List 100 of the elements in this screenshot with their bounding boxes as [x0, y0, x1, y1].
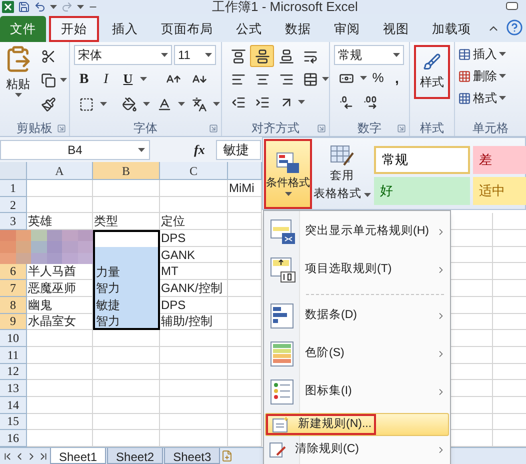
- sheet-tab[interactable]: Sheet3: [164, 448, 220, 464]
- spreadsheet-logo-icon[interactable]: [2, 1, 14, 13]
- row-header[interactable]: 15: [0, 414, 27, 430]
- minimize-icon[interactable]: [506, 2, 518, 10]
- cell-style-tile[interactable]: 常规: [374, 146, 470, 174]
- column-header[interactable]: C: [160, 162, 228, 180]
- comma-button[interactable]: ,: [389, 67, 405, 89]
- table-icon: [458, 48, 471, 60]
- menu-item[interactable]: 清除规则(C): [265, 438, 449, 461]
- ribbon-tab[interactable]: 开始: [49, 16, 99, 42]
- ribbon-tab[interactable]: 页面布局: [151, 16, 223, 42]
- menu-item[interactable]: 突出显示单元格规则(H): [265, 213, 449, 251]
- column-header[interactable]: B: [93, 162, 160, 180]
- save-icon[interactable]: [18, 1, 30, 13]
- table-cell[interactable]: 类型: [93, 213, 160, 230]
- function-label[interactable]: fx: [194, 140, 216, 160]
- insert-sheet-icon[interactable]: [221, 450, 234, 462]
- caret-icon: [143, 102, 150, 106]
- cell-style-tile[interactable]: 好: [374, 177, 470, 205]
- number-format-select[interactable]: 常规: [334, 45, 404, 65]
- table-cell[interactable]: MT: [160, 263, 228, 280]
- table-cell[interactable]: 敏捷: [93, 296, 160, 314]
- table-cell[interactable]: 幽鬼: [27, 296, 93, 314]
- row-header[interactable]: 8: [0, 296, 27, 314]
- top-ten-icon: [270, 257, 296, 283]
- conditional-format-button[interactable]: 条件格式: [264, 139, 312, 209]
- styles-button[interactable]: 样式: [414, 45, 450, 99]
- table-cell[interactable]: 水晶室女: [27, 314, 93, 330]
- first-sheet-icon[interactable]: [2, 450, 13, 462]
- column-header[interactable]: [228, 162, 262, 180]
- table-cell[interactable]: MiMi: [228, 180, 262, 197]
- last-sheet-icon[interactable]: [38, 450, 49, 462]
- ribbon-tab[interactable]: 数据: [275, 16, 321, 42]
- table-cell[interactable]: 辅助/控制: [160, 314, 228, 330]
- row-header[interactable]: 6: [0, 263, 27, 280]
- row-header[interactable]: 12: [0, 364, 27, 380]
- format-cells-button[interactable]: 格式: [458, 89, 523, 107]
- file-tab[interactable]: 文件: [0, 16, 46, 42]
- sheet-tab[interactable]: Sheet2: [107, 448, 164, 464]
- table-cell[interactable]: 英雄: [27, 213, 93, 230]
- table-cell[interactable]: 智力: [93, 280, 160, 297]
- row-header[interactable]: 14: [0, 396, 27, 414]
- sheet-tab[interactable]: Sheet1: [50, 448, 106, 464]
- row-header[interactable]: 3: [0, 213, 27, 230]
- table-cell[interactable]: GANK: [160, 246, 228, 264]
- table-cell[interactable]: GANK/控制: [160, 280, 228, 297]
- table-cell[interactable]: 力量: [93, 263, 160, 280]
- menu-item-label: 清除规则(C): [295, 442, 359, 457]
- paste-button[interactable]: 粘贴: [4, 45, 32, 119]
- underline-button[interactable]: U: [118, 68, 138, 90]
- menu-item[interactable]: 数据条(D): [265, 297, 449, 335]
- select-all-corner[interactable]: [0, 162, 27, 180]
- help-icon[interactable]: [506, 19, 523, 36]
- name-box[interactable]: B4: [0, 140, 150, 160]
- row-header[interactable]: 9: [0, 314, 27, 330]
- table-cell[interactable]: 恶魔巫师: [27, 280, 93, 297]
- ribbon-tab[interactable]: 审阅: [324, 16, 370, 42]
- font-size-select[interactable]: 11: [174, 45, 216, 65]
- ribbon-tab[interactable]: 视图: [373, 16, 419, 42]
- row-header[interactable]: 2: [0, 196, 27, 214]
- group-label: 字体: [134, 120, 158, 136]
- dialog-launcher-icon[interactable]: [209, 124, 218, 133]
- column-header[interactable]: A: [27, 162, 93, 180]
- group-label: 单元格: [472, 120, 508, 136]
- insert-cells-button[interactable]: 插入: [458, 45, 523, 63]
- table-cell[interactable]: [93, 246, 160, 264]
- menu-item[interactable]: 新建规则(N)...: [265, 413, 449, 436]
- cell-style-tile[interactable]: 差: [473, 146, 526, 174]
- table-cell[interactable]: 定位: [160, 213, 228, 230]
- dialog-launcher-icon[interactable]: [57, 124, 66, 133]
- table-cell[interactable]: 智力: [93, 314, 160, 330]
- percent-button[interactable]: %: [369, 67, 387, 89]
- ribbon-tab[interactable]: 公式: [226, 16, 272, 42]
- table-cell[interactable]: DPS: [160, 230, 228, 247]
- cell-style-tile[interactable]: 适中: [473, 177, 526, 205]
- row-header[interactable]: 1: [0, 180, 27, 197]
- font-name-select[interactable]: 宋体: [74, 45, 172, 65]
- undo-icon[interactable]: [34, 1, 46, 13]
- table-cell[interactable]: DPS: [160, 296, 228, 314]
- table-cell[interactable]: [93, 230, 160, 247]
- formula-field[interactable]: 敏捷: [216, 140, 261, 160]
- menu-item[interactable]: 图标集(I): [265, 373, 449, 411]
- row-header[interactable]: 16: [0, 430, 27, 447]
- row-header[interactable]: 10: [0, 330, 27, 347]
- row-header[interactable]: 7: [0, 280, 27, 297]
- middle-align-icon[interactable]: [250, 45, 274, 67]
- redo-icon[interactable]: [61, 1, 73, 13]
- ribbon-tab[interactable]: 插入: [102, 16, 148, 42]
- italic-button[interactable]: I: [96, 68, 116, 90]
- menu-item[interactable]: 色阶(S): [265, 335, 449, 373]
- row-header[interactable]: 13: [0, 380, 27, 397]
- dialog-launcher-icon[interactable]: [397, 124, 406, 133]
- menu-item[interactable]: 项目选取规则(T): [265, 251, 449, 289]
- table-cell[interactable]: 半人马酋: [27, 263, 93, 280]
- row-header[interactable]: 11: [0, 346, 27, 364]
- delete-cells-button[interactable]: 删除: [458, 67, 523, 85]
- table-format-button[interactable]: 套用 表格格式: [314, 139, 370, 209]
- bold-button[interactable]: B: [74, 68, 94, 90]
- ribbon-tab[interactable]: 加载项: [422, 16, 481, 42]
- dialog-launcher-icon[interactable]: [317, 124, 326, 133]
